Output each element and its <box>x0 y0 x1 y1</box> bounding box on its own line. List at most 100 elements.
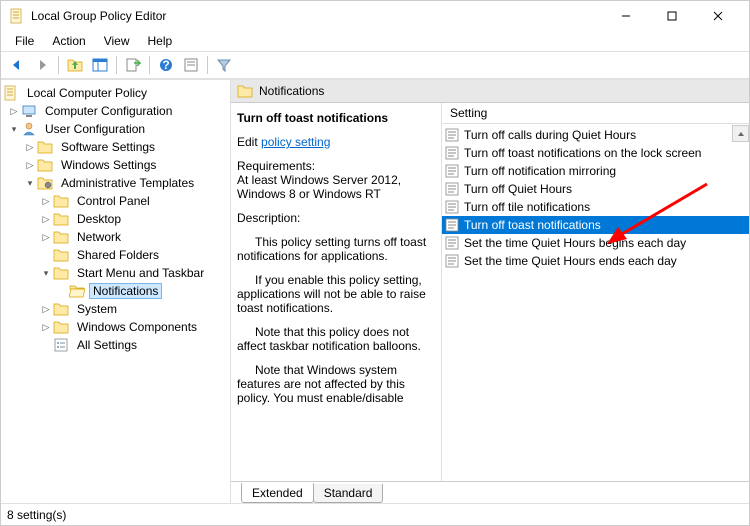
list-item-label: Set the time Quiet Hours begins each day <box>462 236 688 250</box>
tree-pane[interactable]: Local Computer Policy ▷Computer Configur… <box>1 80 231 503</box>
tab-extended[interactable]: Extended <box>241 483 314 503</box>
expand-toggle[interactable]: ▷ <box>39 230 53 244</box>
expand-toggle[interactable]: ▷ <box>39 302 53 316</box>
tree-system[interactable]: ▷System <box>1 300 230 318</box>
tree-root[interactable]: Local Computer Policy <box>1 84 230 102</box>
list-item-label: Turn off notification mirroring <box>462 164 618 178</box>
status-bar: 8 setting(s) <box>1 503 749 525</box>
menu-file[interactable]: File <box>7 32 42 50</box>
settings-list-panel: Setting Turn off calls during Quiet Hour… <box>441 103 749 481</box>
tree-nw[interactable]: ▷Network <box>1 228 230 246</box>
list-item[interactable]: Turn off tile notifications <box>442 198 749 216</box>
expand-toggle[interactable]: ▷ <box>39 320 53 334</box>
forward-button[interactable] <box>30 53 54 77</box>
policy-icon <box>444 253 460 269</box>
detail-panel: Turn off toast notifications Edit policy… <box>231 103 441 481</box>
collapse-toggle[interactable]: ▾ <box>39 266 53 280</box>
policy-icon <box>444 181 460 197</box>
expand-toggle[interactable]: ▷ <box>7 104 21 118</box>
menu-help[interactable]: Help <box>140 32 181 50</box>
tree-notifications[interactable]: Notifications <box>1 282 230 300</box>
folder-icon <box>53 229 69 245</box>
policy-icon <box>444 127 460 143</box>
tree-uc[interactable]: ▾User Configuration <box>1 120 230 138</box>
app-icon <box>9 8 25 24</box>
tree-sf[interactable]: Shared Folders <box>1 246 230 264</box>
folder-icon <box>53 211 69 227</box>
list-item-label: Turn off toast notifications on the lock… <box>462 146 703 160</box>
description-body: This policy setting turns off toast noti… <box>237 235 431 473</box>
expand-toggle[interactable]: ▷ <box>23 158 37 172</box>
tree-cp[interactable]: ▷Control Panel <box>1 192 230 210</box>
maximize-button[interactable] <box>649 1 695 31</box>
up-button[interactable] <box>63 53 87 77</box>
list-item-label: Turn off Quiet Hours <box>462 182 574 196</box>
list-item[interactable]: Set the time Quiet Hours begins each day <box>442 234 749 252</box>
status-text: 8 setting(s) <box>7 508 66 522</box>
menu-view[interactable]: View <box>96 32 138 50</box>
requirements-text-1: At least Windows Server 2012, <box>237 173 431 187</box>
policy-icon <box>444 163 460 179</box>
tab-strip: Extended Standard <box>231 481 749 503</box>
settings-list[interactable]: Turn off calls during Quiet Hours Turn of… <box>442 124 749 481</box>
menu-bar: File Action View Help <box>1 31 749 51</box>
expand-toggle[interactable]: ▷ <box>23 140 37 154</box>
list-item[interactable]: Set the time Quiet Hours ends each day <box>442 252 749 270</box>
back-button[interactable] <box>5 53 29 77</box>
list-column-header[interactable]: Setting <box>442 103 749 124</box>
list-item[interactable]: Turn off Quiet Hours <box>442 180 749 198</box>
policy-icon <box>444 199 460 215</box>
content-header-label: Notifications <box>259 84 324 98</box>
list-item-label: Turn off toast notifications <box>462 218 603 232</box>
edit-prefix: Edit <box>237 135 261 149</box>
tree-at[interactable]: ▾Administrative Templates <box>1 174 230 192</box>
requirements-label: Requirements: <box>237 159 431 173</box>
folder-icon <box>237 83 253 99</box>
tree-ss[interactable]: ▷Software Settings <box>1 138 230 156</box>
list-item-label: Turn off calls during Quiet Hours <box>462 128 638 142</box>
show-hide-tree-button[interactable] <box>88 53 112 77</box>
detail-title: Turn off toast notifications <box>237 111 431 125</box>
list-item-label: Set the time Quiet Hours ends each day <box>462 254 679 268</box>
list-item[interactable]: Turn off calls during Quiet Hours <box>442 126 749 144</box>
settings-list-icon <box>53 337 69 353</box>
tree-wc[interactable]: ▷Windows Components <box>1 318 230 336</box>
tree-cc[interactable]: ▷Computer Configuration <box>1 102 230 120</box>
list-item[interactable]: Turn off notification mirroring <box>442 162 749 180</box>
requirements-text-2: Windows 8 or Windows RT <box>237 187 431 201</box>
help-button[interactable]: ? <box>154 53 178 77</box>
tab-standard[interactable]: Standard <box>313 484 384 503</box>
svg-text:?: ? <box>162 58 169 72</box>
edit-policy-link[interactable]: policy setting <box>261 135 330 149</box>
folder-icon <box>53 319 69 335</box>
properties-button[interactable] <box>179 53 203 77</box>
gpedit-icon <box>3 85 19 101</box>
folder-icon <box>53 265 69 281</box>
description-label: Description: <box>237 211 431 225</box>
computer-icon <box>21 103 37 119</box>
tree-ws[interactable]: ▷Windows Settings <box>1 156 230 174</box>
menu-action[interactable]: Action <box>44 32 93 50</box>
collapse-toggle[interactable]: ▾ <box>7 122 21 136</box>
main-area: Local Computer Policy ▷Computer Configur… <box>1 79 749 503</box>
list-item[interactable]: Turn off toast notifications on the lock… <box>442 144 749 162</box>
tree-all[interactable]: All Settings <box>1 336 230 354</box>
tree-smt[interactable]: ▾Start Menu and Taskbar <box>1 264 230 282</box>
folder-open-icon <box>69 283 85 299</box>
policy-icon <box>444 217 460 233</box>
list-item[interactable]: Turn off toast notifications <box>442 216 749 234</box>
folder-icon <box>37 157 53 173</box>
collapse-toggle[interactable]: ▾ <box>23 176 37 190</box>
scroll-up-button[interactable] <box>732 125 749 142</box>
expand-toggle[interactable]: ▷ <box>39 194 53 208</box>
export-button[interactable] <box>121 53 145 77</box>
filter-button[interactable] <box>212 53 236 77</box>
toolbar: ? <box>1 51 749 79</box>
policy-icon <box>444 145 460 161</box>
folder-icon <box>53 247 69 263</box>
expand-toggle[interactable]: ▷ <box>39 212 53 226</box>
minimize-button[interactable] <box>603 1 649 31</box>
tree-dt[interactable]: ▷Desktop <box>1 210 230 228</box>
window-title: Local Group Policy Editor <box>31 9 603 23</box>
close-button[interactable] <box>695 1 741 31</box>
